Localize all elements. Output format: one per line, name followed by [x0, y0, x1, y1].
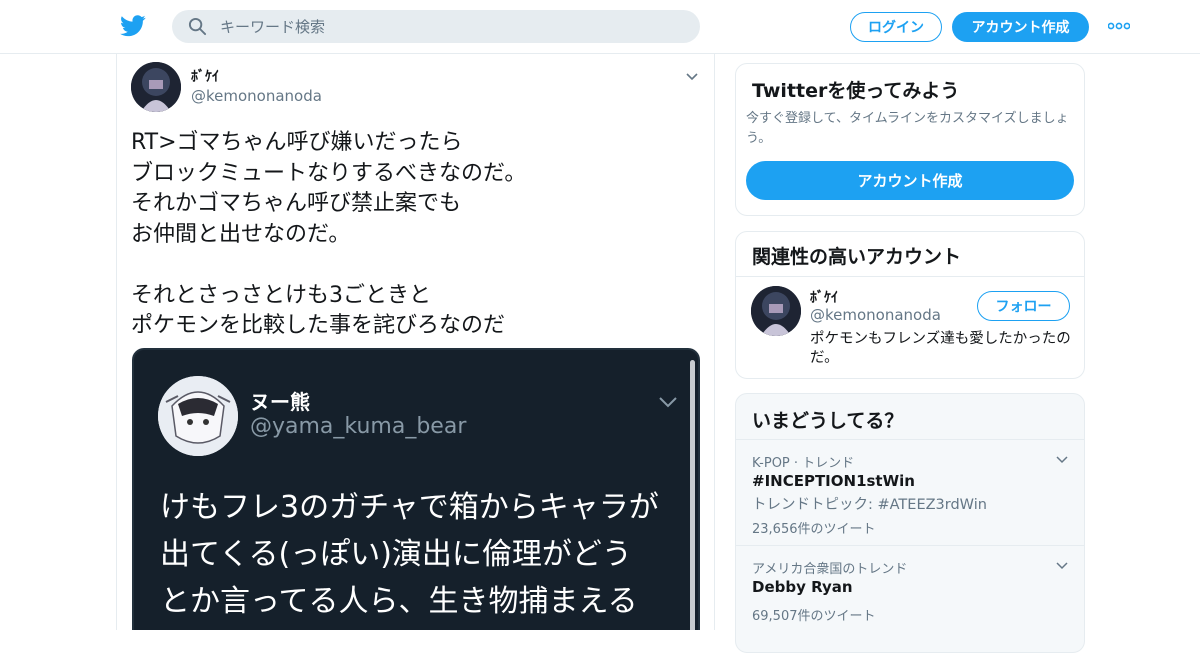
search-icon [188, 17, 207, 36]
search-input[interactable] [220, 10, 680, 43]
avatar[interactable] [751, 286, 801, 336]
trends-title: いまどうしてる？ [752, 410, 904, 432]
embedded-text-line: とか言ってる人ら、生き物捕まえる [160, 584, 638, 619]
trends-card: いまどうしてる？ K-POP · トレンド #INCEPTION1stWin ト… [735, 393, 1085, 653]
trend-count: 69,507件のツイート [752, 609, 876, 624]
related-account-bio: ポケモンもフレンズ達も愛したかったのだ。 [810, 331, 1071, 366]
tweet-text-line: ブロックミュートなりするべきなのだ。 [131, 160, 527, 186]
search-box[interactable] [172, 10, 700, 43]
embedded-author-name: ヌー熊 [250, 390, 310, 414]
embedded-tweet-text: けもフレ3のガチャで箱からキャラが 出てくる(っぽい)演出に倫理がどう とか言っ… [160, 484, 690, 625]
chevron-down-icon[interactable] [1056, 456, 1068, 464]
top-bar: ログイン アカウント作成 [0, 0, 1200, 54]
trend-item[interactable]: アメリカ合衆国のトレンド Debby Ryan 69,507件のツイート [736, 546, 1084, 652]
trend-count: 23,656件のツイート [752, 522, 876, 537]
signup-button[interactable]: アカウント作成 [952, 12, 1089, 42]
trend-name[interactable]: Debby Ryan [752, 578, 853, 596]
embedded-avatar [158, 376, 238, 456]
create-account-button[interactable]: アカウント作成 [746, 161, 1074, 200]
tweet-text: RT>ゴマちゃん呼び嫌いだったら ブロックミュートなりするべきなのだ。 それかゴ… [131, 128, 701, 342]
tweet-text-line [131, 250, 701, 281]
trend-context: アメリカ合衆国のトレンド [752, 562, 908, 577]
trend-name[interactable]: #INCEPTION1stWin [752, 472, 915, 490]
tweet-media-screenshot[interactable]: ヌー熊 @yama_kuma_bear けもフレ3のガチャで箱からキャラが 出て… [132, 348, 700, 630]
related-accounts-card: 関連性の高いアカウント ﾎﾞｹｲ @kemononanoda ポケモンもフレンズ… [735, 231, 1085, 379]
signup-card-description: 今すぐ登録して、タイムラインをカスタマイズしましょう。 [746, 111, 1069, 146]
avatar[interactable] [131, 62, 181, 112]
embedded-text-line: 出てくる(っぽい)演出に倫理がどう [160, 537, 632, 572]
tweet-text-line: ポケモンを比較した事を詫びろなのだ [131, 313, 506, 338]
related-account-name[interactable]: ﾎﾞｹｲ [810, 287, 838, 307]
signup-card: Twitterを使ってみよう 今すぐ登録して、タイムラインをカスタマイズしましょ… [735, 63, 1085, 216]
trend-subtitle: トレンドトピック: #ATEEZ3rdWin [752, 497, 987, 513]
trend-item[interactable]: K-POP · トレンド #INCEPTION1stWin トレンドトピック: … [736, 440, 1084, 546]
scrollbar [690, 360, 695, 630]
tweet-author-name[interactable]: ﾎﾞｹｲ [191, 66, 219, 86]
trend-context: K-POP · トレンド [752, 456, 855, 471]
more-options-icon[interactable] [1108, 22, 1130, 30]
tweet-text-line: それかゴマちゃん呼び禁止案でも [131, 191, 462, 216]
chevron-down-icon[interactable] [1056, 562, 1068, 570]
tweet-text-line: それとさっさとけも3ごときと [131, 282, 431, 308]
tweet-text-line: RT>ゴマちゃん呼び嫌いだったら [131, 130, 463, 155]
related-accounts-title: 関連性の高いアカウント [752, 246, 962, 268]
trends-header: いまどうしてる？ [736, 394, 1084, 440]
signup-card-title: Twitterを使ってみよう [752, 80, 960, 102]
chevron-down-icon[interactable] [685, 72, 699, 82]
related-account-handle[interactable]: @kemononanoda [810, 306, 941, 324]
chevron-down-icon [659, 397, 677, 408]
embedded-author-handle: @yama_kuma_bear [250, 414, 467, 439]
tweet-author-handle[interactable]: @kemononanoda [191, 87, 322, 105]
login-button[interactable]: ログイン [850, 12, 942, 42]
tweet-column: ﾎﾞｹｲ @kemononanoda RT>ゴマちゃん呼び嫌いだったら ブロック… [116, 54, 715, 630]
tweet-text-line: お仲間と出せなのだ。 [131, 221, 351, 247]
follow-button[interactable]: フォロー [977, 291, 1070, 321]
twitter-bird-icon[interactable] [120, 14, 146, 38]
related-accounts-header: 関連性の高いアカウント [736, 232, 1084, 277]
embedded-text-line: けもフレ3のガチャで箱からキャラが [160, 490, 659, 525]
